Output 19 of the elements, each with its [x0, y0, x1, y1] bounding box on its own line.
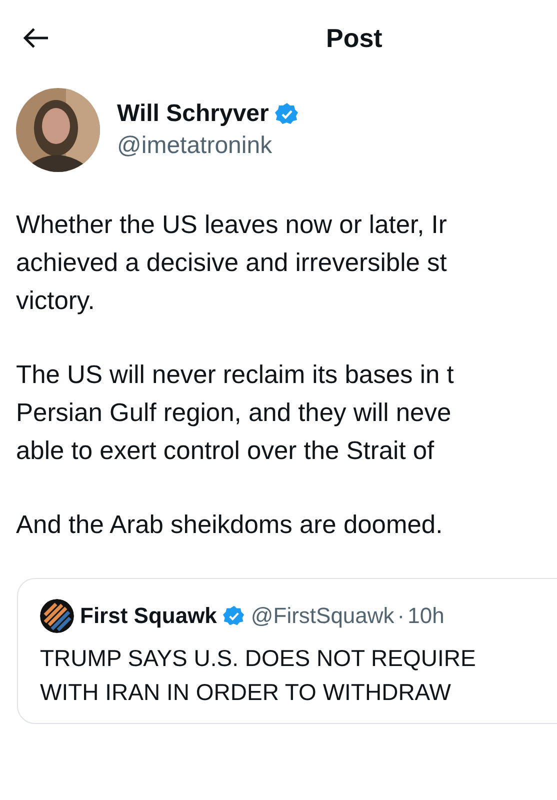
quoted-post-card[interactable]: First Squawk @FirstSquawk·10h TRUMP SAYS U.S. DOES NOT REQUIRE WITH IRAN IN ORDER TO WITHDRAW [17, 578, 557, 724]
quoted-author-handle[interactable]: @FirstSquawk [250, 603, 394, 629]
author-name[interactable]: Will Schryver [117, 100, 269, 128]
page-title: Post [326, 22, 382, 54]
back-arrow-icon[interactable] [22, 26, 50, 50]
post-text-line: And the Arab sheikdoms are doomed. [16, 510, 444, 541]
post-text-line: victory. [16, 286, 96, 317]
separator-dot: · [397, 603, 405, 629]
quoted-author-name[interactable]: First Squawk [80, 603, 217, 629]
post-text-line: Whether the US leaves now or later, Ir [16, 210, 448, 241]
post-text-line: The US will never reclaim its bases in t [16, 360, 455, 391]
post-time: 10h [408, 603, 444, 629]
post-text-line: Persian Gulf region, and they will neve [16, 398, 452, 429]
post-text-line: able to exert control over the Strait of [16, 436, 436, 467]
quoted-text-line: TRUMP SAYS U.S. DOES NOT REQUIRE [40, 644, 477, 673]
quoted-text-line: WITH IRAN IN ORDER TO WITHDRAW [40, 678, 452, 707]
post-text-line: achieved a decisive and irreversible st [16, 248, 448, 279]
striped-logo-icon [40, 599, 74, 633]
author-handle[interactable]: @imetatronink [117, 132, 299, 160]
